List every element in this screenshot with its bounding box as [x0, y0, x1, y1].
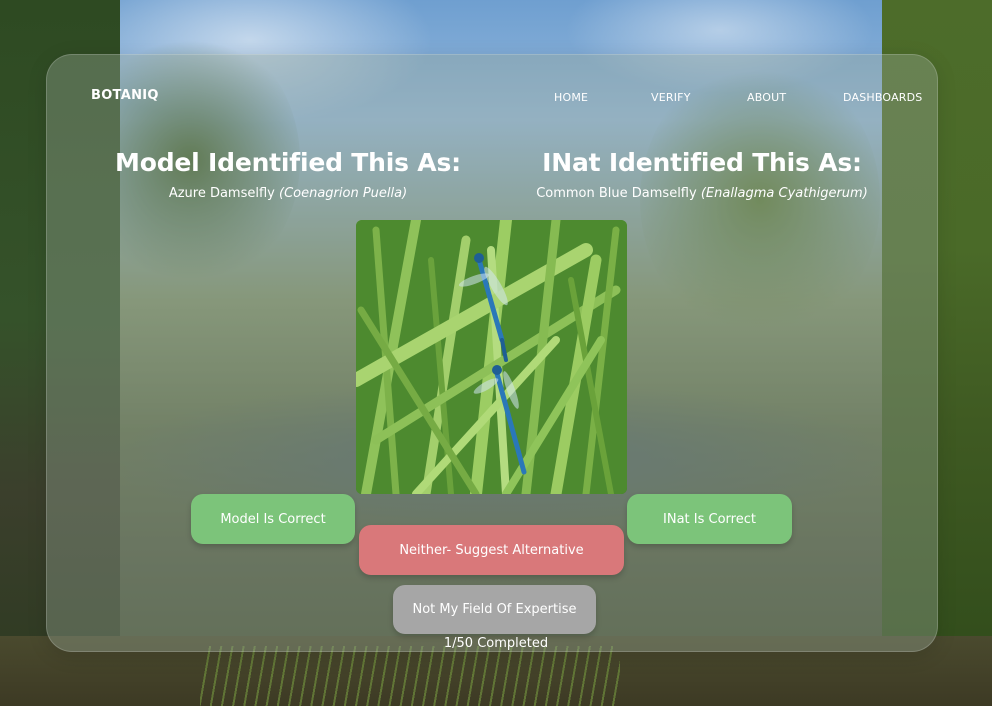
inat-correct-button[interactable]: INat Is Correct [627, 494, 792, 544]
model-correct-button[interactable]: Model Is Correct [191, 494, 355, 544]
not-my-expertise-button[interactable]: Not My Field Of Expertise [393, 585, 596, 634]
nav-verify[interactable]: VERIFY [651, 91, 691, 104]
inat-species: Common Blue Damselfly (Enallagma Cyathig… [492, 186, 912, 201]
inat-heading: INat Identified This As: [542, 148, 862, 177]
main-nav: HOME VERIFY ABOUT DASHBOARDS [0, 91, 992, 107]
model-heading: Model Identified This As: [115, 148, 461, 177]
model-identification: Model Identified This As: Azure Damselfl… [78, 148, 498, 201]
model-species: Azure Damselfly (Coenagrion Puella) [78, 186, 498, 201]
damselfly-on-grass-image [356, 220, 627, 494]
model-common-name: Azure Damselfly [168, 186, 279, 201]
inat-identification: INat Identified This As: Common Blue Dam… [492, 148, 912, 201]
nav-dashboards[interactable]: DASHBOARDS [843, 91, 923, 104]
progress-counter: 1/50 Completed [443, 636, 549, 651]
inat-common-name: Common Blue Damselfly [536, 186, 701, 201]
suggest-alternative-button[interactable]: Neither- Suggest Alternative [359, 525, 624, 575]
specimen-photo [356, 220, 627, 494]
background-grass [200, 646, 620, 706]
nav-about[interactable]: ABOUT [747, 91, 786, 104]
inat-scientific-name: (Enallagma Cyathigerum) [700, 186, 868, 201]
model-scientific-name: (Coenagrion Puella) [279, 186, 408, 201]
nav-home[interactable]: HOME [554, 91, 588, 104]
